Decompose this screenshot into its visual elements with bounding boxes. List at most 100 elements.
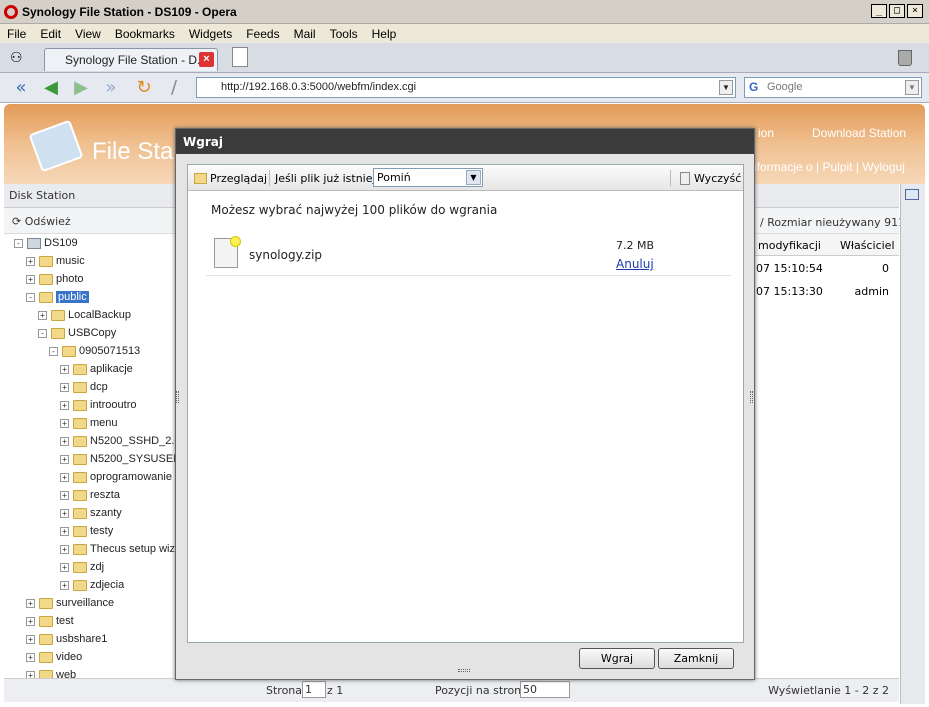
tree-node[interactable]: + menu — [60, 414, 118, 432]
tree-node[interactable]: + szanty — [60, 504, 122, 522]
dialog-toolbar: Przeglądaj Jeśli plik już istnieje: Pomi… — [188, 165, 743, 191]
tree-node[interactable]: + oprogramowanie — [60, 468, 172, 486]
tree-node[interactable]: + introoutro — [60, 396, 136, 414]
cell-owner: admin — [854, 285, 889, 298]
opera-logo-icon — [4, 4, 18, 19]
folder-icon — [39, 615, 53, 627]
tree-node[interactable]: + test — [26, 612, 74, 630]
cell-owner: 0 — [882, 262, 889, 275]
column-modified[interactable]: modyfikacji — [758, 239, 821, 252]
menu-bookmarks[interactable]: Bookmarks — [108, 27, 182, 41]
edit-icon[interactable]: / — [163, 78, 185, 98]
menu-tools[interactable]: Tools — [323, 27, 365, 41]
search-dropdown-icon[interactable]: ▼ — [905, 80, 919, 95]
browse-button[interactable]: Przeglądaj — [194, 172, 267, 185]
back-icon[interactable]: ◀ — [40, 78, 62, 98]
tree-node-root[interactable]: - DS109 — [14, 234, 78, 252]
address-dropdown-icon[interactable]: ▼ — [719, 80, 733, 95]
close-tab-icon[interactable]: × — [199, 52, 214, 67]
book-icon[interactable] — [905, 189, 919, 200]
folder-icon — [51, 327, 65, 339]
folder-icon — [73, 381, 87, 393]
resize-handle-right[interactable] — [750, 391, 753, 403]
tree-node[interactable]: + usbshare1 — [26, 630, 107, 648]
menu-view[interactable]: View — [68, 27, 108, 41]
search-input[interactable]: G Google ▼ — [744, 77, 922, 98]
if-exists-label: Jeśli plik już istnieje: — [275, 172, 387, 185]
folder-icon — [51, 309, 65, 321]
banner-station-link[interactable]: ion — [758, 126, 774, 140]
menu-file[interactable]: File — [0, 27, 33, 41]
tree-node[interactable]: + photo — [26, 270, 84, 288]
forward-icon[interactable]: ▶ — [70, 78, 92, 98]
tree-node[interactable]: + music — [26, 252, 85, 270]
tree-node[interactable]: -0905071513 — [49, 342, 140, 360]
tree-node[interactable]: + dcp — [60, 378, 108, 396]
tree-node[interactable]: + aplikacje — [60, 360, 133, 378]
folder-icon — [73, 435, 87, 447]
banner-links[interactable]: nformacje o | Pulpit | Wyloguj — [750, 160, 905, 174]
reload-icon[interactable]: ↻ — [133, 78, 155, 98]
menu-mail[interactable]: Mail — [287, 27, 323, 41]
tree-node[interactable]: + LocalBackup — [38, 306, 131, 324]
table-row[interactable]: 07 15:10:54 0 — [754, 260, 899, 280]
file-name: synology.zip — [249, 248, 323, 262]
tree-node[interactable]: + zdj — [60, 558, 104, 576]
clear-button[interactable]: Wyczyść — [680, 172, 741, 185]
folder-icon — [73, 453, 87, 465]
minimize-button[interactable]: _ — [871, 4, 887, 18]
tab-label: Synology File Station - D... — [65, 53, 208, 67]
page-input[interactable]: 1 — [302, 681, 326, 698]
trash-icon[interactable] — [898, 50, 912, 66]
file-size: 7.2 MB — [616, 239, 655, 252]
menu-widgets[interactable]: Widgets — [182, 27, 239, 41]
rewind-icon[interactable]: « — [10, 78, 32, 98]
menu-help[interactable]: Help — [365, 27, 404, 41]
max-files-message: Możesz wybrać najwyżej 100 plików do wgr… — [211, 203, 498, 217]
folder-icon — [39, 255, 53, 267]
fast-forward-icon[interactable]: » — [100, 78, 122, 98]
folder-icon — [39, 633, 53, 645]
disk-usage-text: / Rozmiar nieużywany 911.7 — [760, 216, 916, 229]
tree-node[interactable]: + video — [26, 648, 82, 666]
banner-title: File Sta — [92, 138, 174, 165]
close-button[interactable]: Zamknij — [658, 648, 734, 669]
upload-button[interactable]: Wgraj — [579, 648, 655, 669]
new-file-star-icon — [230, 236, 241, 247]
column-owner[interactable]: Właściciel — [840, 239, 895, 252]
new-tab-icon[interactable] — [232, 47, 248, 67]
right-sidebar — [900, 184, 925, 704]
tree-node[interactable]: + testy — [60, 522, 113, 540]
resize-handle-left[interactable] — [176, 391, 179, 403]
clear-label: Wyczyść — [694, 172, 742, 185]
tree-node[interactable]: + reszta — [60, 486, 120, 504]
tree-node-selected[interactable]: - public — [26, 288, 89, 306]
tree-node[interactable]: - USBCopy — [38, 324, 116, 342]
refresh-button[interactable]: ⟳ Odśwież — [12, 215, 71, 228]
menu-edit[interactable]: Edit — [33, 27, 68, 41]
cell-modified: 07 15:13:30 — [756, 285, 823, 298]
maximize-button[interactable]: □ — [889, 4, 905, 18]
address-bar[interactable]: http://192.168.0.3:5000/webfm/index.cgi … — [196, 77, 736, 98]
folder-icon — [73, 525, 87, 537]
display-count: Wyświetlanie 1 - 2 z 2 — [768, 684, 889, 697]
tree-node[interactable]: + Thecus setup wiz — [60, 540, 175, 558]
browser-tab[interactable]: Synology File Station - D... × — [44, 48, 218, 71]
if-exists-select[interactable]: Pomiń ▼ — [373, 168, 483, 187]
download-station-link[interactable]: Download Station — [812, 126, 906, 140]
menu-feeds[interactable]: Feeds — [239, 27, 286, 41]
chevron-down-icon[interactable]: ▼ — [466, 170, 481, 185]
panel-toggle-icon[interactable]: ⚇ — [10, 50, 32, 66]
dialog-title[interactable]: Wgraj — [176, 129, 754, 154]
table-row[interactable]: 07 15:13:30 admin — [754, 283, 899, 303]
close-window-button[interactable]: × — [907, 4, 923, 18]
tree-node[interactable]: + zdjecia — [60, 576, 124, 594]
address-url: http://192.168.0.3:5000/webfm/index.cgi — [221, 81, 417, 93]
tree-node[interactable]: + surveillance — [26, 594, 114, 612]
upload-dialog: Wgraj Przeglądaj Jeśli plik już istnieje… — [175, 128, 755, 680]
per-page-select[interactable]: 50 — [520, 681, 570, 698]
resize-handle-bottom[interactable] — [458, 669, 470, 672]
tree-node[interactable]: + N5200_SSHD_2.0 — [60, 432, 181, 450]
cancel-file-link[interactable]: Anuluj — [616, 257, 654, 271]
tree-node[interactable]: + N5200_SYSUSER — [60, 450, 181, 468]
